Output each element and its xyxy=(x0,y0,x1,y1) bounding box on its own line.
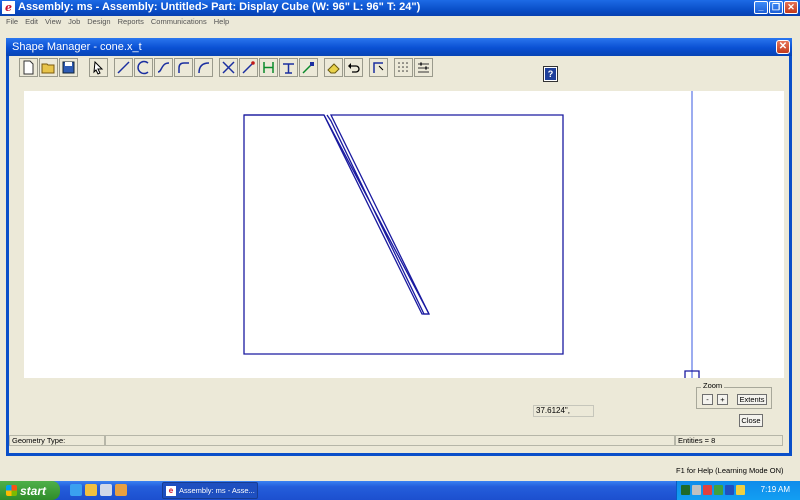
grid-button[interactable] xyxy=(394,58,413,77)
move-button[interactable] xyxy=(299,58,318,77)
network-icon[interactable] xyxy=(681,485,690,495)
select-arrow-icon xyxy=(93,60,104,75)
coordinate-readout: 37.6124", xyxy=(533,405,594,417)
settings-button[interactable] xyxy=(414,58,433,77)
line-button[interactable] xyxy=(114,58,133,77)
select-button[interactable] xyxy=(89,58,108,77)
app-close-button[interactable]: ✕ xyxy=(784,1,798,14)
app-title: Assembly: ms - Assembly: Untitled> Part:… xyxy=(18,1,421,13)
security-icon[interactable] xyxy=(703,485,712,495)
update-icon[interactable] xyxy=(714,485,723,495)
open-button[interactable] xyxy=(39,58,58,77)
minimize-button[interactable]: _ xyxy=(754,1,768,14)
arc-button[interactable] xyxy=(134,58,153,77)
folder-icon[interactable] xyxy=(85,484,97,496)
dialog-titlebar: Shape Manager - cone.x_t ✕ xyxy=(6,38,792,56)
extend-line-button[interactable] xyxy=(239,58,258,77)
geometry-type-status: Geometry Type: xyxy=(9,435,105,446)
zoom-out-button[interactable]: - xyxy=(702,394,713,405)
drawing-canvas[interactable] xyxy=(24,91,784,378)
grid-icon xyxy=(398,62,408,72)
menu-file[interactable]: File xyxy=(3,16,22,28)
taskbar: start e Assembly: ms - Asse... 7:19 AM xyxy=(0,481,800,500)
start-button[interactable]: start xyxy=(0,481,60,500)
bluetooth-icon[interactable] xyxy=(725,485,734,495)
trim-button[interactable] xyxy=(219,58,238,77)
zoom-group: Zoom - + Extents xyxy=(696,381,772,409)
app-logo-icon: e xyxy=(2,1,15,14)
dialog-title: Shape Manager - cone.x_t xyxy=(12,41,142,53)
quick-launch xyxy=(70,484,127,496)
menu-help[interactable]: Help xyxy=(211,16,233,28)
desktop-icon[interactable] xyxy=(100,484,112,496)
tray-icons xyxy=(681,485,745,495)
browser-icon[interactable] xyxy=(70,484,82,496)
app-titlebar: e Assembly: ms - Assembly: Untitled> Par… xyxy=(0,0,800,16)
eraser-icon xyxy=(327,63,340,74)
help-hint: F1 for Help (Learning Mode ON) xyxy=(676,466,784,475)
undo-button[interactable] xyxy=(344,58,363,77)
new-file-button[interactable] xyxy=(19,58,38,77)
dialog-statusbar: Geometry Type: Entities = 8 xyxy=(9,435,789,446)
curve-icon xyxy=(157,62,170,73)
menu-view[interactable]: View xyxy=(42,16,65,28)
clock: 7:19 AM xyxy=(760,485,790,494)
shape-outline-left xyxy=(244,114,431,315)
entities-count: Entities = 8 xyxy=(675,435,783,446)
curve-button[interactable] xyxy=(154,58,173,77)
eraser-button[interactable] xyxy=(324,58,343,77)
windows-flag-icon xyxy=(6,485,17,496)
align-button[interactable] xyxy=(259,58,278,77)
restore-button[interactable]: ❐ xyxy=(769,1,783,14)
app-statusbar: F1 for Help (Learning Mode ON) xyxy=(0,463,800,477)
edit-shape-button[interactable] xyxy=(369,58,388,77)
media-icon[interactable] xyxy=(115,484,127,496)
fillet-button[interactable] xyxy=(174,58,193,77)
arc-icon xyxy=(137,60,149,75)
menu-design[interactable]: Design xyxy=(84,16,114,28)
move-icon xyxy=(302,62,314,74)
corner-icon xyxy=(198,62,210,74)
save-icon xyxy=(62,61,75,74)
save-button[interactable] xyxy=(59,58,78,77)
window-controls: _ ❐ ✕ xyxy=(754,1,798,14)
split-button[interactable] xyxy=(279,58,298,77)
volume-icon[interactable] xyxy=(692,485,701,495)
help-button[interactable]: ? xyxy=(543,66,558,82)
align-icon xyxy=(263,62,274,73)
new-file-icon xyxy=(23,60,34,75)
split-icon xyxy=(283,63,294,74)
edit-shape-icon xyxy=(373,62,384,73)
taskbar-item-assembly[interactable]: e Assembly: ms - Asse... xyxy=(162,482,258,499)
shape-manager-dialog: Shape Manager - cone.x_t ✕ ? 37.6124", Z… xyxy=(6,38,792,456)
trim-icon xyxy=(222,61,235,74)
open-folder-icon xyxy=(41,63,55,74)
zoom-extents-button[interactable]: Extents xyxy=(737,394,767,405)
zoom-label: Zoom xyxy=(701,381,725,390)
task-label: Assembly: ms - Asse... xyxy=(179,486,255,495)
dialog-close-text-button[interactable]: Close xyxy=(739,414,763,427)
shape-outer-boundary xyxy=(243,114,564,355)
settings-icon xyxy=(418,62,429,73)
extend-line-icon xyxy=(242,61,255,74)
alert-icon[interactable] xyxy=(736,485,745,495)
zoom-in-button[interactable]: + xyxy=(717,394,728,405)
shape-drawing xyxy=(243,91,700,378)
dialog-close-button[interactable]: ✕ xyxy=(776,40,790,54)
start-label: start xyxy=(20,483,47,498)
corner-button[interactable] xyxy=(194,58,213,77)
menu-reports[interactable]: Reports xyxy=(115,16,148,28)
line-icon xyxy=(117,61,130,74)
system-tray: 7:19 AM xyxy=(676,481,800,500)
app-menubar: File Edit View Job Design Reports Commun… xyxy=(0,16,800,28)
undo-icon xyxy=(348,63,360,73)
fillet-icon xyxy=(178,62,189,73)
status-spacer xyxy=(105,435,675,446)
menu-job[interactable]: Job xyxy=(65,16,84,28)
menu-edit[interactable]: Edit xyxy=(22,16,42,28)
menu-communications[interactable]: Communications xyxy=(148,16,211,28)
app-logo-icon: e xyxy=(166,486,176,496)
